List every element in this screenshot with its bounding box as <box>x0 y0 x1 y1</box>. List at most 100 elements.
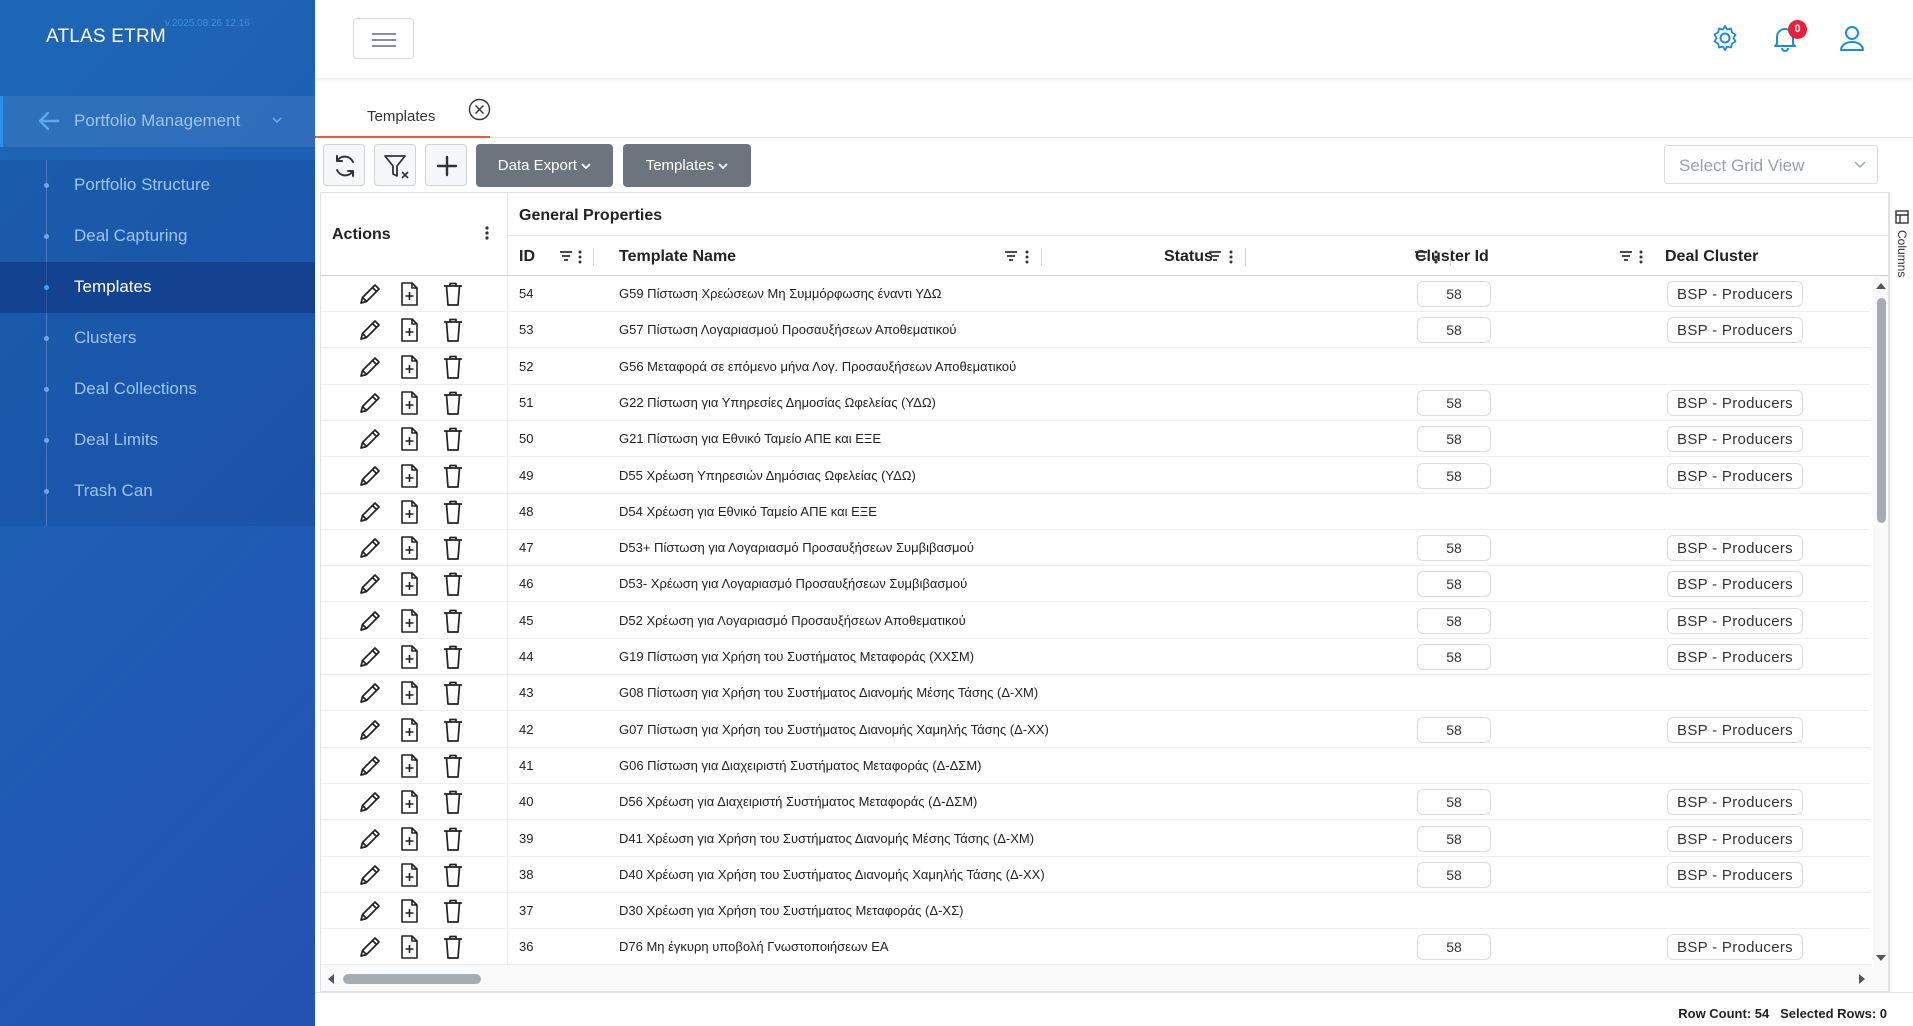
table-row[interactable]: 52 G56 Μεταφορά σε επόμενο μήνα Λογ. Προ… <box>321 349 1870 385</box>
trash-icon[interactable] <box>441 862 465 888</box>
menu-toggle-button[interactable] <box>353 18 414 59</box>
vertical-scroll-thumb[interactable] <box>1877 298 1886 523</box>
column-menu-icon[interactable] <box>1024 249 1030 265</box>
table-row[interactable]: 46 D53- Χρέωση για Λογαριασμό Προσαυξήσε… <box>321 566 1870 603</box>
column-header-deal-cluster[interactable]: Deal Cluster <box>1665 248 1758 266</box>
column-header-status[interactable]: Status <box>1164 248 1213 266</box>
duplicate-icon[interactable] <box>397 789 421 815</box>
trash-icon[interactable] <box>441 789 465 815</box>
sidebar-item-clusters[interactable]: Clusters <box>0 313 315 364</box>
edit-icon[interactable] <box>357 789 383 815</box>
edit-icon[interactable] <box>357 644 383 670</box>
table-row[interactable]: 41 G06 Πίστωση για Διαχειριστή Συστήματο… <box>321 748 1870 784</box>
grid-view-select[interactable]: Select Grid View <box>1664 145 1878 184</box>
column-menu-icon[interactable] <box>1433 249 1439 265</box>
filter-icon[interactable] <box>559 249 573 263</box>
duplicate-icon[interactable] <box>397 390 421 416</box>
duplicate-icon[interactable] <box>397 826 421 852</box>
table-row[interactable]: 44 G19 Πίστωση για Χρήση του Συστήματος … <box>321 639 1870 675</box>
edit-icon[interactable] <box>357 898 383 924</box>
edit-icon[interactable] <box>357 354 383 380</box>
table-row[interactable]: 39 D41 Χρέωση για Χρήση του Συστήματος Δ… <box>321 821 1870 857</box>
duplicate-icon[interactable] <box>397 463 421 489</box>
duplicate-icon[interactable] <box>397 317 421 343</box>
duplicate-icon[interactable] <box>397 644 421 670</box>
filter-icon[interactable] <box>1004 249 1018 263</box>
edit-icon[interactable] <box>357 499 383 525</box>
edit-icon[interactable] <box>357 753 383 779</box>
column-header-id[interactable]: ID <box>519 248 535 266</box>
trash-icon[interactable] <box>441 354 465 380</box>
filter-icon[interactable] <box>1619 249 1633 263</box>
user-icon[interactable] <box>1836 22 1868 54</box>
data-export-dropdown[interactable]: Data Export <box>476 144 613 187</box>
edit-icon[interactable] <box>357 390 383 416</box>
sidebar-item-deal-collections[interactable]: Deal Collections <box>0 364 315 415</box>
trash-icon[interactable] <box>441 281 465 307</box>
edit-icon[interactable] <box>357 317 383 343</box>
trash-icon[interactable] <box>441 898 465 924</box>
close-icon[interactable] <box>468 98 491 121</box>
edit-icon[interactable] <box>357 535 383 561</box>
duplicate-icon[interactable] <box>397 608 421 634</box>
table-row[interactable]: 50 G21 Πίστωση για Εθνικό Ταμείο ΑΠΕ και… <box>321 421 1870 458</box>
trash-icon[interactable] <box>441 717 465 743</box>
duplicate-icon[interactable] <box>397 898 421 924</box>
table-row[interactable]: 48 D54 Χρέωση για Εθνικό Ταμείο ΑΠΕ και … <box>321 494 1870 530</box>
trash-icon[interactable] <box>441 680 465 706</box>
filter-icon[interactable] <box>1414 249 1428 263</box>
duplicate-icon[interactable] <box>397 354 421 380</box>
table-row[interactable]: 37 D30 Χρέωση για Χρήση του Συστήματος Μ… <box>321 893 1870 930</box>
trash-icon[interactable] <box>441 753 465 779</box>
edit-icon[interactable] <box>357 463 383 489</box>
edit-icon[interactable] <box>357 680 383 706</box>
refresh-button[interactable] <box>323 144 365 186</box>
duplicate-icon[interactable] <box>397 717 421 743</box>
templates-dropdown[interactable]: Templates <box>623 144 751 187</box>
sidebar-item-deal-limits[interactable]: Deal Limits <box>0 415 315 466</box>
duplicate-icon[interactable] <box>397 535 421 561</box>
duplicate-icon[interactable] <box>397 680 421 706</box>
sidebar-item-deal-capturing[interactable]: Deal Capturing <box>0 211 315 262</box>
duplicate-icon[interactable] <box>397 753 421 779</box>
trash-icon[interactable] <box>441 644 465 670</box>
edit-icon[interactable] <box>357 826 383 852</box>
duplicate-icon[interactable] <box>397 499 421 525</box>
column-menu-icon[interactable] <box>577 249 583 265</box>
trash-icon[interactable] <box>441 390 465 416</box>
scroll-right-icon[interactable] <box>1856 971 1868 987</box>
sidebar-item-trash-can[interactable]: Trash Can <box>0 466 315 517</box>
sidebar-item-portfolio-structure[interactable]: Portfolio Structure <box>0 160 315 211</box>
scroll-down-icon[interactable] <box>1873 952 1889 964</box>
column-menu-icon[interactable] <box>1228 249 1234 265</box>
horizontal-scroll-thumb[interactable] <box>343 974 481 984</box>
table-row[interactable]: 42 G07 Πίστωση για Χρήση του Συστήματος … <box>321 712 1870 748</box>
edit-icon[interactable] <box>357 862 383 888</box>
table-row[interactable]: 54 G59 Πίστωση Χρεώσεων Μη Συμμόρφωσης έ… <box>321 276 1870 312</box>
sidebar-item-templates[interactable]: Templates <box>0 262 315 313</box>
trash-icon[interactable] <box>441 426 465 452</box>
table-row[interactable]: 49 D55 Χρέωση Υπηρεσιών Δημόσιας Ωφελεία… <box>321 458 1870 494</box>
column-header-template-name[interactable]: Template Name <box>619 248 736 266</box>
edit-icon[interactable] <box>357 571 383 597</box>
columns-side-panel[interactable]: Columns <box>1889 192 1913 992</box>
table-row[interactable]: 43 G08 Πίστωση για Χρήση του Συστήματος … <box>321 675 1870 712</box>
gear-icon[interactable] <box>1709 22 1741 54</box>
table-row[interactable]: 51 G22 Πίστωση για Υπηρεσίες Δημοσίας Ωφ… <box>321 385 1870 421</box>
column-menu-icon[interactable] <box>484 225 490 241</box>
edit-icon[interactable] <box>357 717 383 743</box>
scroll-left-icon[interactable] <box>325 971 337 987</box>
duplicate-icon[interactable] <box>397 571 421 597</box>
table-row[interactable]: 53 G57 Πίστωση Λογαριασμού Προσαυξήσεων … <box>321 312 1870 349</box>
edit-icon[interactable] <box>357 608 383 634</box>
duplicate-icon[interactable] <box>397 862 421 888</box>
column-resize-handle[interactable] <box>1041 248 1042 266</box>
horizontal-scrollbar[interactable] <box>321 955 1888 991</box>
trash-icon[interactable] <box>441 463 465 489</box>
tab-templates[interactable]: Templates <box>315 94 490 138</box>
edit-icon[interactable] <box>357 281 383 307</box>
table-row[interactable]: 36 D76 Μη έγκυρη υποβολή Γνωστοποιήσεων … <box>321 929 1870 966</box>
trash-icon[interactable] <box>441 608 465 634</box>
table-row[interactable]: 40 D56 Χρέωση για Διαχειριστή Συστήματος… <box>321 784 1870 821</box>
column-resize-handle[interactable] <box>593 248 594 266</box>
